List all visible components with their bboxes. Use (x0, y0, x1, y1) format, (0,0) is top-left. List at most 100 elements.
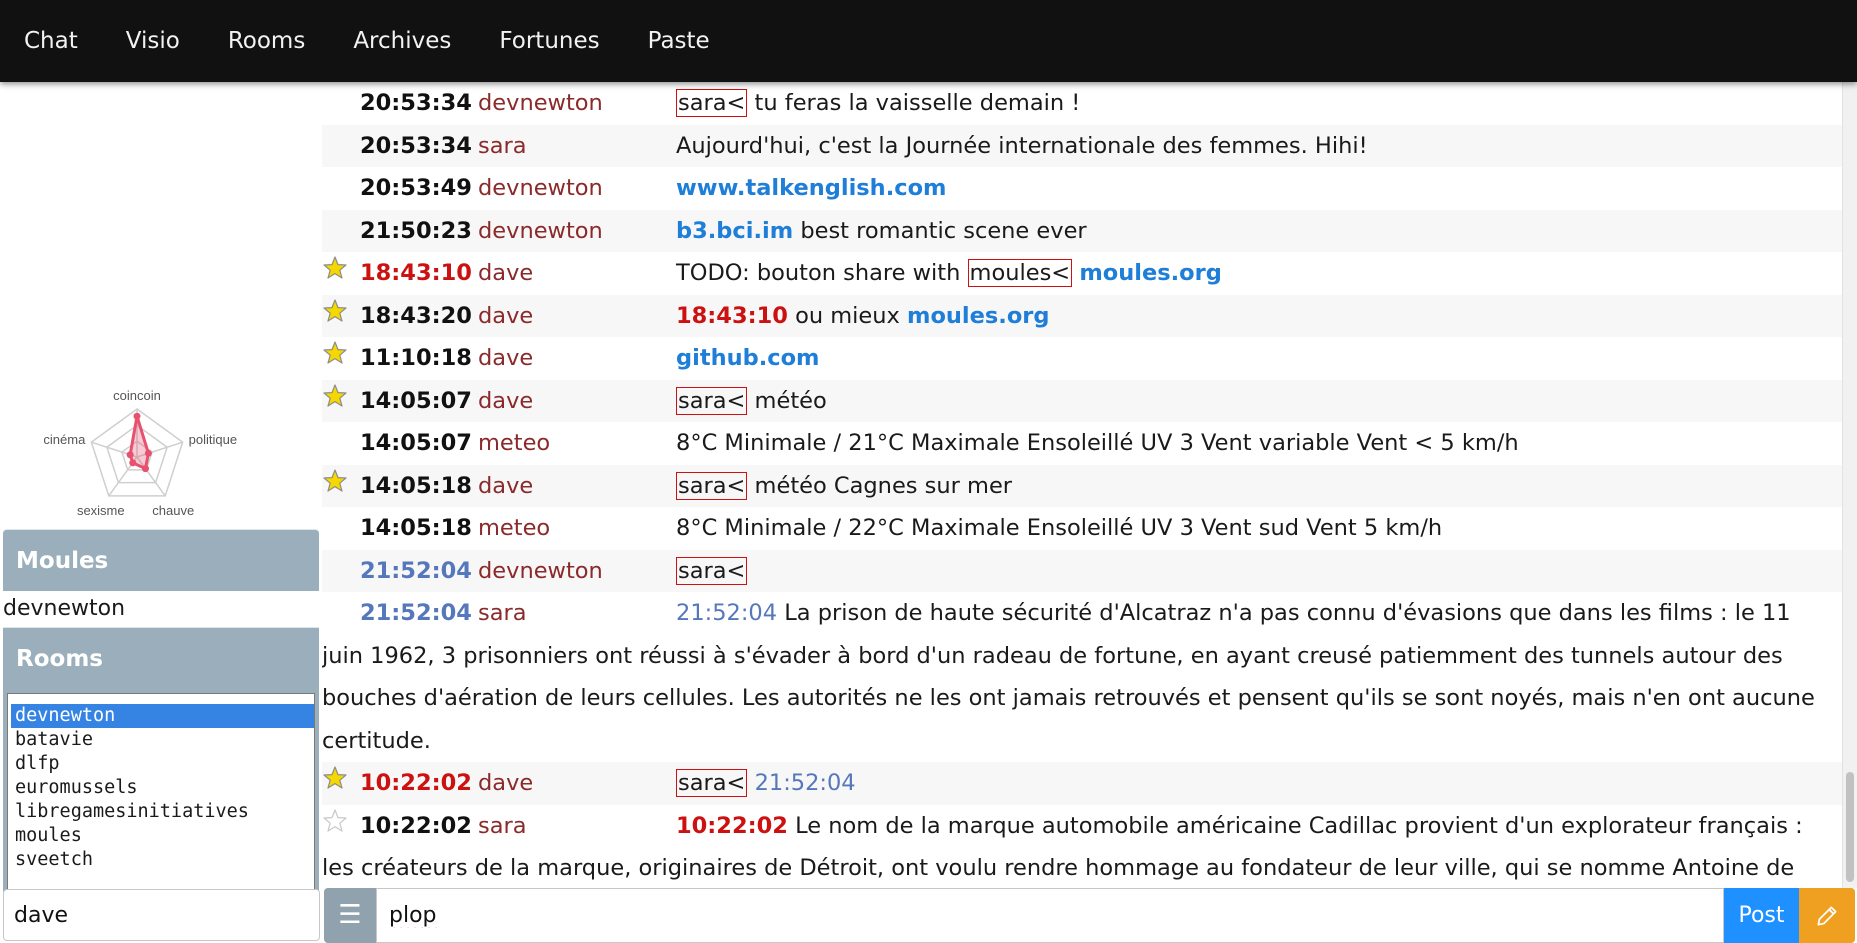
message-text: 21:52:04 La prison de haute sécurité d'A… (322, 592, 1842, 762)
message-text: TODO: bouton share with moules< moules.o… (322, 252, 1842, 295)
message-time[interactable]: 20:53:34 (360, 82, 472, 125)
message-time[interactable]: 18:43:10 (360, 252, 472, 295)
message-link[interactable]: www.talkenglish.com (676, 175, 946, 201)
radar-label-chauve: chauve (152, 503, 194, 518)
room-option-devnewton[interactable]: devnewton (11, 704, 314, 728)
message-nick[interactable]: devnewton (478, 167, 603, 210)
rooms-select[interactable]: devnewton batavie dlfp euromussels libre… (7, 693, 315, 894)
message-fragment: météo Cagnes sur mer (747, 472, 1013, 499)
nav-rooms[interactable]: Rooms (204, 0, 329, 82)
message-row: 14:05:18 dave sara< météo Cagnes sur mer (322, 464, 1842, 508)
message-link[interactable]: moules.org (907, 303, 1050, 329)
bigorno-mention[interactable]: sara< (676, 89, 748, 117)
nav-fortunes[interactable]: Fortunes (475, 0, 623, 82)
message-nick[interactable]: devnewton (478, 82, 603, 125)
star-icon[interactable] (322, 765, 348, 791)
message-time[interactable]: 20:53:34 (360, 125, 472, 168)
nav-visio[interactable]: Visio (102, 0, 204, 82)
radar-point (129, 459, 137, 467)
message-link[interactable]: github.com (676, 345, 820, 371)
message-nick[interactable]: sara (478, 125, 527, 168)
message-nick[interactable]: sara (478, 592, 527, 635)
nav-paste[interactable]: Paste (624, 0, 734, 82)
message-nick[interactable]: dave (478, 252, 533, 295)
room-option-batavie[interactable]: batavie (11, 728, 314, 752)
radar-label-coincoin: coincoin (113, 388, 161, 403)
message-time[interactable]: 21:52:04 (360, 550, 472, 593)
bigorno-mention[interactable]: moules< (967, 259, 1073, 287)
nickname-input[interactable] (3, 889, 320, 941)
message-nick[interactable]: dave (478, 762, 533, 805)
message-time[interactable]: 18:43:20 (360, 295, 472, 338)
bigorno-mention[interactable]: sara< (676, 556, 748, 585)
room-option-dlfp[interactable]: dlfp (11, 752, 314, 776)
chat-messages: 20:53:34 devnewton sara< tu feras la vaiss… (322, 82, 1842, 888)
time-reference[interactable]: 10:22:02 (676, 813, 788, 839)
message-time[interactable]: 21:50:23 (360, 210, 472, 253)
message-row: 20:53:34 devnewton sara< tu feras la vaiss… (322, 82, 1842, 125)
star-icon[interactable] (322, 298, 348, 324)
rooms-box: devnewton batavie dlfp euromussels libre… (3, 691, 319, 896)
room-option-moules[interactable]: moules (11, 824, 314, 848)
chat-scrollbar[interactable] (1842, 82, 1857, 888)
message-time[interactable]: 10:22:02 (360, 762, 472, 805)
message-nick[interactable]: dave (478, 465, 533, 508)
message-link[interactable]: moules.org (1079, 260, 1222, 286)
time-reference[interactable]: 21:52:04 (755, 770, 856, 796)
message-nick[interactable]: sara (478, 805, 527, 848)
post-button[interactable]: Post (1724, 888, 1799, 943)
message-time[interactable]: 14:05:18 (360, 465, 472, 508)
radar-point (141, 465, 149, 473)
message-time[interactable]: 21:52:04 (360, 592, 472, 635)
empty-star-icon[interactable] (322, 808, 348, 834)
message-nick[interactable]: dave (478, 337, 533, 380)
star-icon[interactable] (322, 255, 348, 281)
room-option-sveetch[interactable]: sveetch (11, 848, 314, 872)
message-fragment: 8°C Minimale / 22°C Maximale Ensoleillé … (676, 515, 1443, 541)
message-nick[interactable]: dave (478, 295, 533, 338)
message-time[interactable]: 14:05:18 (360, 507, 472, 550)
message-time[interactable]: 11:10:18 (360, 337, 472, 380)
message-fragment: TODO: bouton share with (676, 260, 968, 286)
message-time[interactable]: 10:22:02 (360, 805, 472, 848)
room-option-euromussels[interactable]: euromussels (11, 776, 314, 800)
message-fragment: La prison de haute sécurité d'Alcatraz n… (322, 600, 1815, 754)
hamburger-icon: ☰ (338, 900, 362, 930)
room-option-libregamesinitiatives[interactable]: libregamesinitiatives (11, 800, 314, 824)
message-row: 11:10:18 dave github.com (322, 337, 1842, 380)
nav-archives[interactable]: Archives (329, 0, 475, 82)
radar-point (126, 451, 134, 459)
time-reference[interactable]: 18:43:10 (676, 303, 788, 329)
message-text: github.com (322, 337, 1842, 380)
rooms-panel-title: Rooms (3, 627, 319, 691)
scrollbar-thumb[interactable] (1846, 772, 1854, 882)
message-nick[interactable]: devnewton (478, 550, 603, 593)
star-icon[interactable] (322, 383, 348, 409)
moule-item[interactable]: devnewton (3, 591, 319, 627)
pen-button[interactable] (1799, 888, 1855, 943)
message-nick[interactable]: dave (478, 380, 533, 423)
message-nick[interactable]: meteo (478, 507, 550, 550)
sidebar: coincoin politique chauve sexisme cinéma Mou… (0, 82, 322, 896)
message-nick[interactable]: devnewton (478, 210, 603, 253)
star-icon[interactable] (322, 340, 348, 366)
message-time[interactable]: 14:05:07 (360, 380, 472, 423)
time-reference[interactable]: 21:52:04 (676, 600, 777, 626)
message-link[interactable]: b3.bci.im (676, 218, 793, 244)
nav-chat[interactable]: Chat (0, 0, 102, 82)
message-row: 20:53:49 devnewton www.talkenglish.com (322, 167, 1842, 210)
message-text: 10:22:02 Le nom de la marque automobile … (322, 805, 1842, 889)
bigorno-mention[interactable]: sara< (676, 471, 748, 500)
message-nick[interactable]: meteo (478, 422, 550, 465)
message-row: 20:53:34 sara Aujourd'hui, c'est la Journé… (322, 124, 1842, 168)
message-row: 18:43:20 dave 18:43:10 ou mieux moules.org (322, 294, 1842, 338)
message-input[interactable] (376, 888, 1724, 943)
star-icon[interactable] (322, 468, 348, 494)
message-row: 21:50:23 devnewton b3.bci.im best romantic… (322, 209, 1842, 253)
message-time[interactable]: 14:05:07 (360, 422, 472, 465)
bigorno-mention[interactable]: sara< (676, 769, 748, 797)
message-time[interactable]: 20:53:49 (360, 167, 472, 210)
message-fragment: ou mieux (787, 302, 908, 329)
menu-button[interactable]: ☰ (324, 888, 376, 943)
bigorno-mention[interactable]: sara< (676, 386, 748, 415)
